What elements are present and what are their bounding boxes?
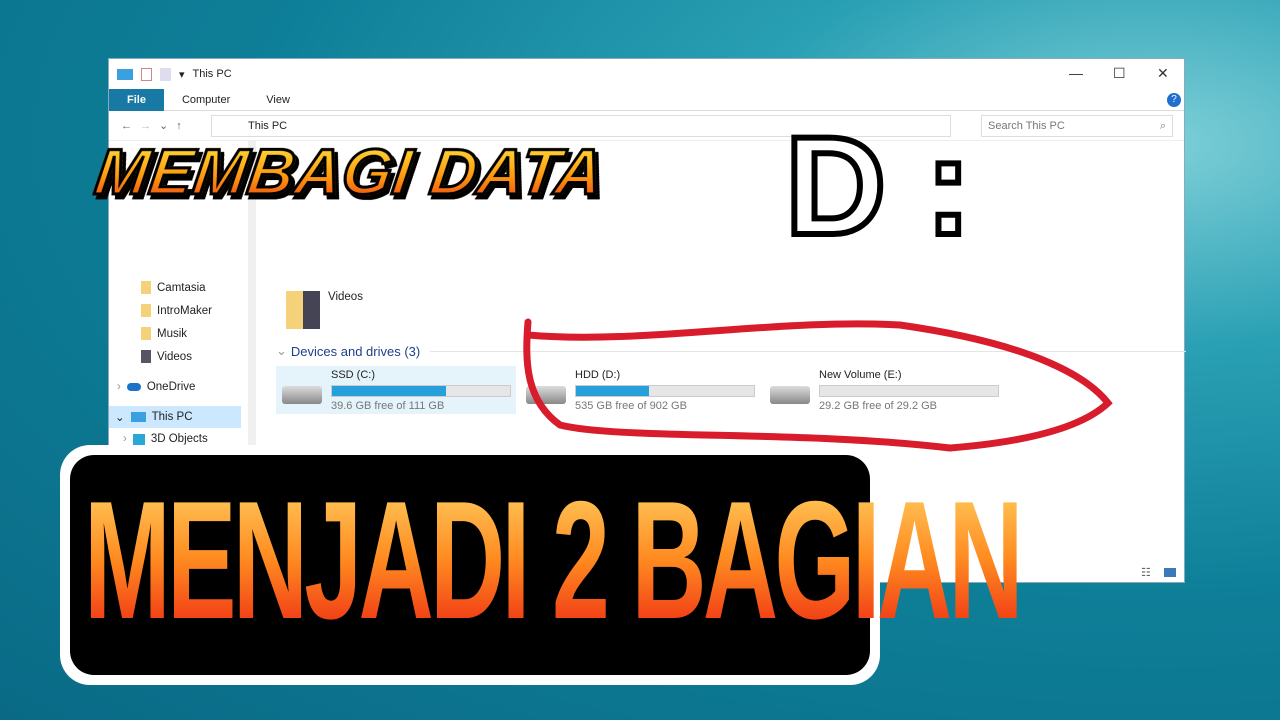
title-line-1: MEMBAGI DATA	[89, 135, 609, 210]
title-line-3: MENJADI 2 BAGIAN	[84, 460, 1024, 660]
title-line-2: D :	[782, 104, 975, 267]
